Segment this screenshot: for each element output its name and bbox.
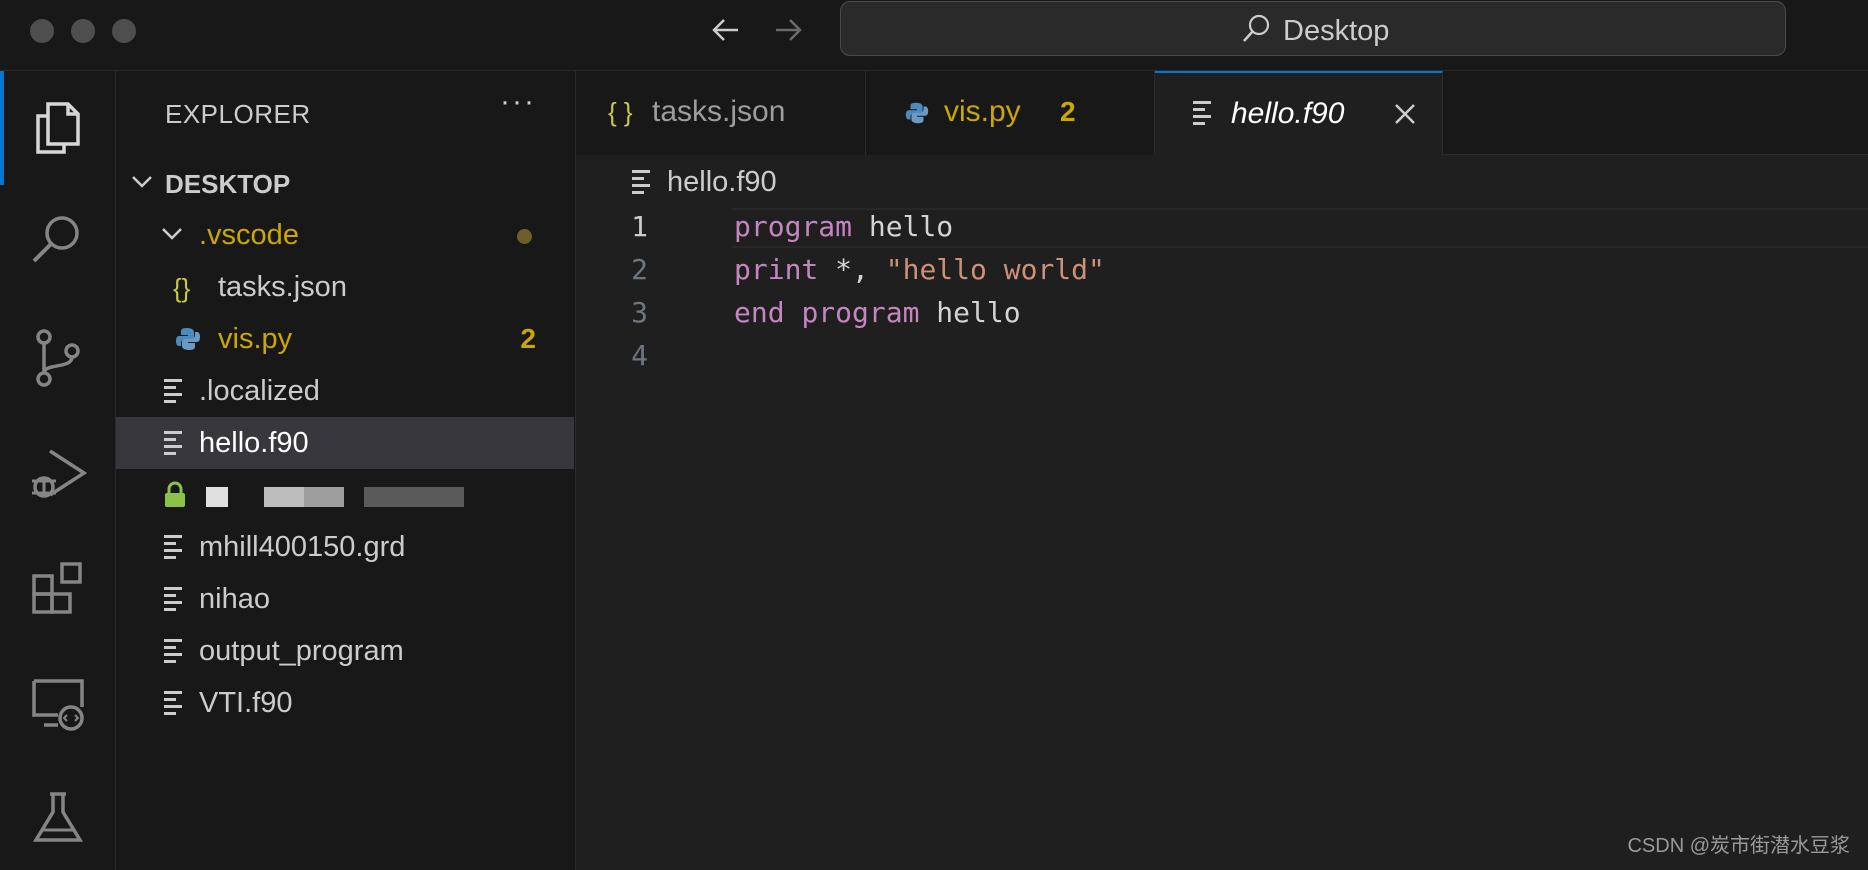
folder-label: DESKTOP xyxy=(165,169,291,199)
search-icon xyxy=(1243,14,1270,42)
files-icon[interactable] xyxy=(26,94,90,158)
tree-item-localized[interactable]: .localized xyxy=(116,365,574,417)
close-window-button[interactable] xyxy=(30,19,54,43)
tab-label: vis.py xyxy=(944,95,1021,128)
problem-count-badge: 2 xyxy=(520,323,536,354)
close-icon[interactable] xyxy=(1392,101,1418,127)
back-arrow-icon[interactable] xyxy=(706,10,746,50)
title-bar: Desktop xyxy=(0,0,1868,71)
file-icon xyxy=(164,379,188,403)
tab-tasks-json[interactable]: { } tasks.json xyxy=(576,71,866,155)
tree-item-vis-py[interactable]: vis.py 2 xyxy=(116,313,574,365)
line-number: 3 xyxy=(631,296,648,329)
active-indicator xyxy=(0,71,4,185)
code-line: 1 program hello xyxy=(631,210,954,243)
tree-item-label: hello.f90 xyxy=(199,427,309,459)
file-icon xyxy=(632,170,656,194)
tab-label: hello.f90 xyxy=(1231,97,1345,130)
tree-item-tasks-json[interactable]: {} tasks.json xyxy=(116,261,574,313)
tree-item-label: mhill400150.grd xyxy=(199,531,406,563)
tree-item-locked-file[interactable] xyxy=(116,469,574,521)
tab-label: tasks.json xyxy=(652,95,786,128)
tree-item-output-program[interactable]: output_program xyxy=(116,625,574,677)
remote-explorer-icon[interactable] xyxy=(26,671,90,735)
search-icon[interactable] xyxy=(26,209,90,273)
more-actions-icon[interactable]: ··· xyxy=(500,85,536,119)
folder-desktop[interactable]: DESKTOP xyxy=(116,157,574,209)
tab-hello-f90[interactable]: hello.f90 xyxy=(1155,71,1443,156)
code-editor[interactable]: 1 program hello 2 print *, "hello world"… xyxy=(576,204,1868,870)
extensions-icon[interactable] xyxy=(26,556,90,620)
code-line: 2 print *, "hello world" xyxy=(631,253,1105,286)
breadcrumb-file[interactable]: hello.f90 xyxy=(667,166,777,199)
tree-item-label: nihao xyxy=(199,583,270,615)
problem-count-badge: 2 xyxy=(1060,96,1076,127)
tree-item-label: vis.py xyxy=(218,323,293,355)
tree-item-vscode[interactable]: .vscode xyxy=(116,209,574,261)
line-number: 1 xyxy=(631,210,648,243)
explorer-sidebar: EXPLORER ··· DESKTOP .vscode {} tasks.js… xyxy=(116,71,576,870)
redacted-text xyxy=(364,487,464,507)
testing-icon[interactable] xyxy=(26,786,90,850)
redacted-text xyxy=(304,487,344,507)
file-icon xyxy=(164,639,188,663)
zoom-window-button[interactable] xyxy=(112,19,136,43)
json-icon: { } xyxy=(608,97,633,127)
command-center-search[interactable]: Desktop xyxy=(840,1,1786,56)
redacted-text xyxy=(206,487,228,507)
source-control-icon[interactable] xyxy=(26,325,90,389)
redacted-text xyxy=(264,487,304,507)
modified-dot xyxy=(517,229,532,244)
tree-item-label: output_program xyxy=(199,635,404,667)
watermark-text: CSDN @炭市街潜水豆浆 xyxy=(1627,835,1850,857)
run-debug-icon[interactable] xyxy=(26,441,90,505)
tree-item-label: .vscode xyxy=(199,219,299,251)
tree-item-nihao[interactable]: nihao xyxy=(116,573,574,625)
line-number: 2 xyxy=(631,253,648,286)
python-icon xyxy=(176,328,200,350)
line-number: 4 xyxy=(631,339,648,372)
activity-bar xyxy=(0,71,116,870)
explorer-title: EXPLORER xyxy=(165,99,311,129)
file-icon xyxy=(164,431,188,455)
file-icon xyxy=(164,691,188,715)
tree-item-label: tasks.json xyxy=(218,271,347,303)
tab-vis-py[interactable]: vis.py 2 xyxy=(866,71,1155,155)
file-icon xyxy=(164,587,188,611)
tree-item-vti-f90[interactable]: VTI.f90 xyxy=(116,677,574,729)
tree-item-hello-f90[interactable]: hello.f90 xyxy=(116,417,574,469)
breadcrumb: hello.f90 xyxy=(576,156,1868,204)
command-center-label: Desktop xyxy=(1283,15,1390,47)
file-icon xyxy=(164,535,188,559)
minimize-window-button[interactable] xyxy=(71,19,95,43)
tree-item-label: .localized xyxy=(199,375,320,407)
chevron-down-icon xyxy=(132,176,152,188)
json-icon: {} xyxy=(173,273,191,303)
tree-item-mhill[interactable]: mhill400150.grd xyxy=(116,521,574,573)
tree-item-label: VTI.f90 xyxy=(199,687,293,719)
code-line: 4 xyxy=(576,333,1868,376)
code-line: 3 end program hello xyxy=(631,296,1021,329)
file-icon xyxy=(1193,101,1217,125)
editor-tabs: { } tasks.json vis.py 2 hello.f90 xyxy=(576,71,1868,156)
forward-arrow-icon[interactable] xyxy=(768,10,808,50)
chevron-down-icon xyxy=(162,228,182,240)
python-icon xyxy=(905,102,929,124)
lock-icon xyxy=(165,481,185,507)
